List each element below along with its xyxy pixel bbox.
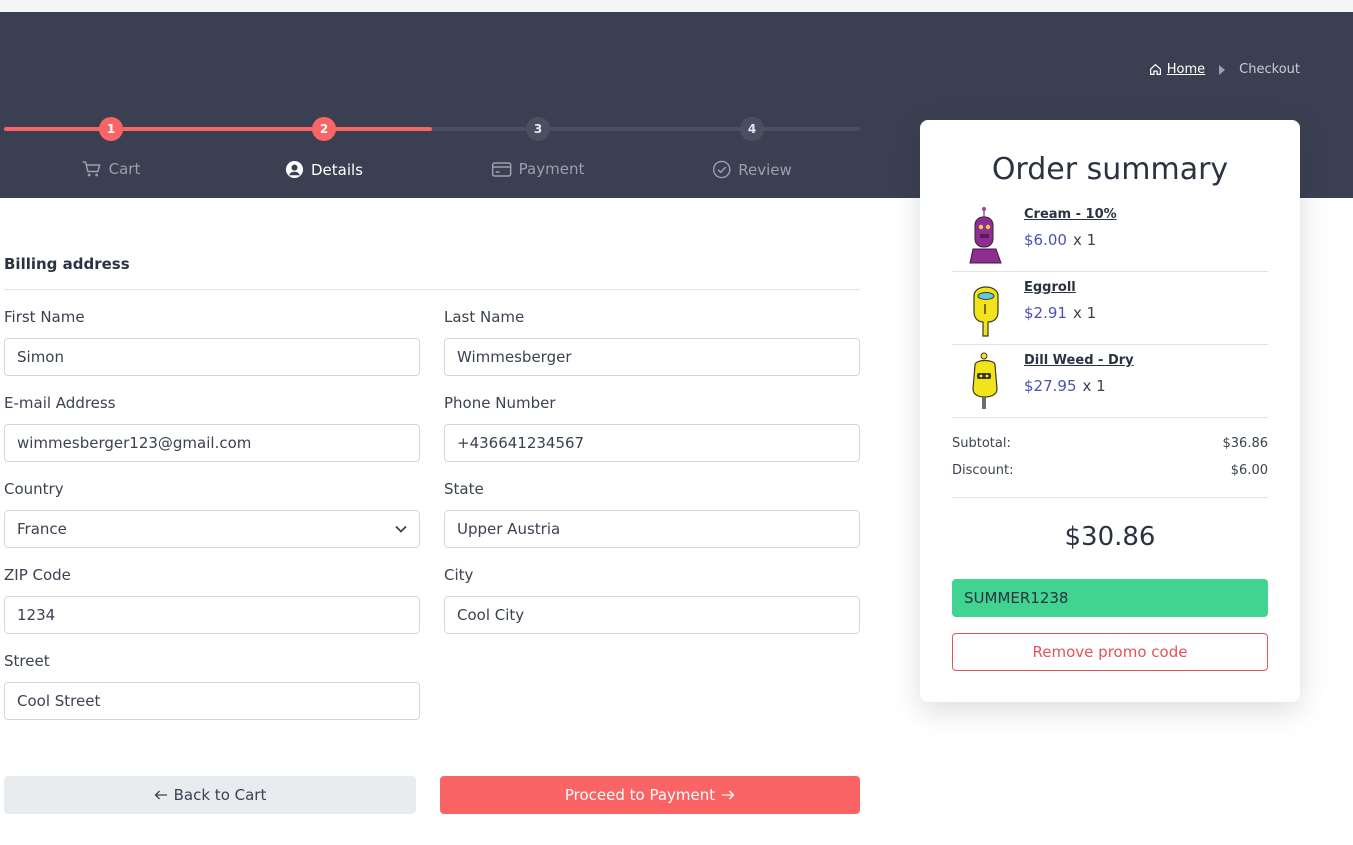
order-item-name[interactable]: Eggroll: [1024, 280, 1076, 295]
breadcrumb-home[interactable]: Home: [1149, 62, 1205, 77]
step-details[interactable]: Details: [285, 160, 363, 179]
step-review[interactable]: Review: [712, 160, 792, 179]
remove-promo-code-button[interactable]: Remove promo code: [952, 633, 1268, 671]
first-name-label: First Name: [4, 308, 85, 326]
back-to-cart-button[interactable]: Back to Cart: [4, 776, 416, 814]
step-payment[interactable]: Payment: [491, 160, 585, 178]
chevron-down-icon: [395, 525, 407, 533]
last-name-input[interactable]: [444, 338, 860, 376]
user-circle-icon: [285, 160, 304, 179]
proceed-to-payment-button[interactable]: Proceed to Payment: [440, 776, 860, 814]
order-item-quantity: x 1: [1072, 231, 1097, 249]
order-summary-card: Order summary Cream - 10% $6.00 x 1 Eggro…: [920, 120, 1300, 702]
street-input[interactable]: [4, 682, 420, 720]
order-item-price: $27.95 x 1: [1024, 377, 1106, 395]
cart-icon: [82, 161, 101, 177]
order-summary-title: Order summary: [991, 152, 1229, 187]
street-label: Street: [4, 652, 50, 670]
breadcrumb: Home Checkout: [1149, 62, 1300, 77]
home-icon: [1149, 64, 1161, 75]
checkout-progress-fill: [4, 127, 432, 131]
phone-input[interactable]: [444, 424, 860, 462]
step-cart-label: Cart: [108, 160, 141, 178]
step-payment-label: Payment: [518, 160, 585, 178]
order-item-price-value: $6.00: [1024, 231, 1067, 249]
proceed-to-payment-label: Proceed to Payment: [564, 786, 716, 804]
step-3-marker: 3: [526, 117, 550, 141]
country-selected-value: France: [17, 520, 67, 538]
section-divider: [4, 289, 860, 290]
order-item-price-value: $2.91: [1024, 304, 1067, 322]
city-label: City: [444, 566, 474, 584]
order-item: Dill Weed - Dry $27.95 x 1: [952, 345, 1268, 418]
email-label: E-mail Address: [4, 394, 116, 412]
order-total: $30.86: [1064, 522, 1156, 552]
discount-value: $6.00: [1230, 463, 1268, 478]
step-review-label: Review: [738, 160, 792, 179]
discount-label: Discount:: [952, 463, 1014, 478]
first-name-input[interactable]: [4, 338, 420, 376]
order-item-quantity: x 1: [1072, 304, 1097, 322]
back-to-cart-label: Back to Cart: [173, 786, 267, 804]
order-item-price: $6.00 x 1: [1024, 231, 1096, 249]
step-1-marker: 1: [99, 117, 123, 141]
billing-address-heading: Billing address: [4, 255, 130, 273]
arrow-left-icon: [154, 790, 167, 800]
country-select[interactable]: France: [4, 510, 420, 548]
breadcrumb-home-label: Home: [1166, 62, 1206, 77]
last-name-label: Last Name: [444, 308, 525, 326]
zip-code-label: ZIP Code: [4, 566, 71, 584]
chevron-right-icon: [1219, 64, 1226, 75]
checkout-progress-bar: [4, 127, 860, 131]
state-input[interactable]: [444, 510, 860, 548]
product-robot-image: [972, 352, 998, 409]
credit-card-icon: [491, 161, 512, 177]
product-robot-image: [973, 286, 999, 337]
order-item-quantity: x 1: [1082, 377, 1106, 395]
phone-label: Phone Number: [444, 394, 556, 412]
arrow-right-icon: [722, 790, 735, 800]
order-item-price-value: $27.95: [1024, 377, 1077, 395]
subtotal-label: Subtotal:: [952, 436, 1011, 451]
order-item: Eggroll $2.91 x 1: [952, 272, 1268, 345]
subtotal-value: $36.86: [1222, 436, 1269, 451]
step-2-marker: 2: [312, 117, 336, 141]
state-label: State: [444, 480, 484, 498]
step-cart[interactable]: Cart: [82, 160, 141, 178]
country-label: Country: [4, 480, 64, 498]
subtotal-row: Subtotal: $36.86: [952, 436, 1268, 451]
summary-divider: [952, 497, 1268, 498]
check-circle-icon: [712, 160, 731, 179]
order-item-name[interactable]: Dill Weed - Dry: [1024, 353, 1134, 368]
step-4-marker: 4: [740, 117, 764, 141]
email-input[interactable]: [4, 424, 420, 462]
promo-code-badge: SUMMER1238: [952, 579, 1268, 617]
product-robot-image: [969, 207, 1002, 264]
step-details-label: Details: [310, 160, 364, 179]
city-input[interactable]: [444, 596, 860, 634]
breadcrumb-current: Checkout: [1239, 62, 1300, 77]
zip-code-input[interactable]: [4, 596, 420, 634]
top-strip: [0, 0, 1353, 12]
order-item: Cream - 10% $6.00 x 1: [952, 199, 1268, 272]
discount-row: Discount: $6.00: [952, 463, 1268, 478]
order-item-price: $2.91 x 1: [1024, 304, 1096, 322]
order-item-name[interactable]: Cream - 10%: [1024, 207, 1117, 222]
